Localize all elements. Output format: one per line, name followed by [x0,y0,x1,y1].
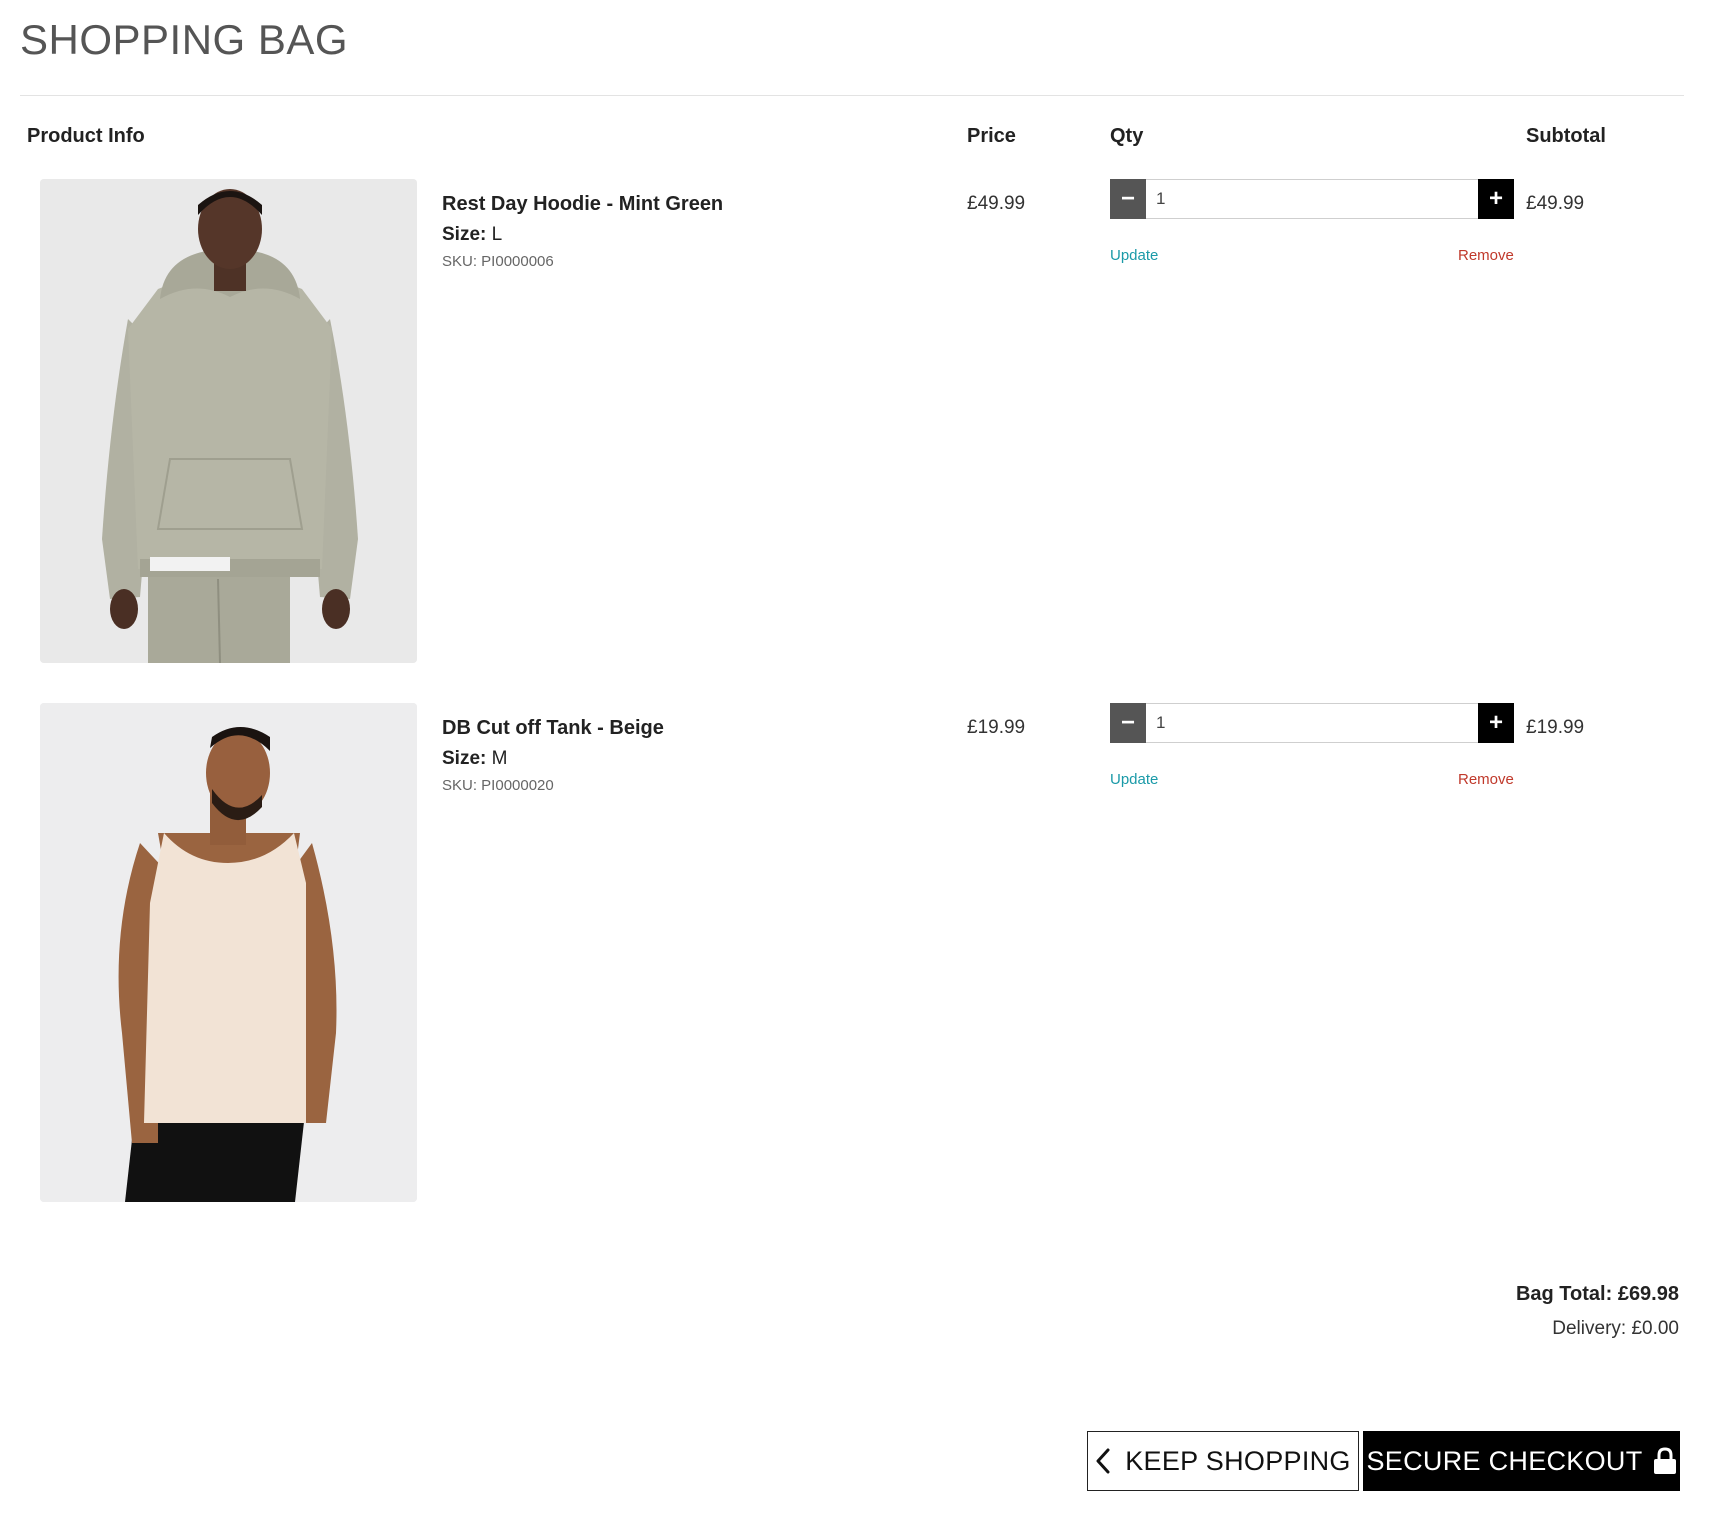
column-header-price: Price [967,125,1016,147]
hoodie-product-photo [40,179,417,663]
quantity-stepper: − + [1110,179,1514,219]
increase-qty-button[interactable]: + [1478,179,1514,219]
remove-link[interactable]: Remove [1458,247,1514,264]
size-label: Size: [442,748,487,769]
decrease-qty-button[interactable]: − [1110,703,1146,743]
size-value: M [491,748,508,769]
increase-qty-button[interactable]: + [1478,703,1514,743]
secure-checkout-button[interactable]: SECURE CHECKOUT [1363,1431,1680,1491]
delivery-cost: Delivery: £0.00 [1552,1318,1679,1339]
qty-input[interactable] [1146,704,1478,742]
product-price: £49.99 [967,193,1026,214]
update-link[interactable]: Update [1110,247,1158,264]
column-header-product-info: Product Info [27,125,145,147]
product-image[interactable] [40,179,417,663]
product-sku: SKU: PI0000020 [442,777,554,794]
size-label: Size: [442,224,487,245]
item-subtotal: £49.99 [1526,193,1585,214]
item-subtotal: £19.99 [1526,717,1585,738]
keep-shopping-label: KEEP SHOPPING [1125,1445,1351,1476]
remove-link[interactable]: Remove [1458,771,1514,788]
tank-product-photo [40,703,417,1202]
column-header-subtotal: Subtotal [1526,125,1606,147]
shopping-bag-page: SHOPPING BAG Product Info Price Qty Subt… [0,0,1722,1516]
qty-input[interactable] [1146,180,1478,218]
update-link[interactable]: Update [1110,771,1158,788]
secure-checkout-label: SECURE CHECKOUT [1366,1445,1643,1476]
decrease-qty-button[interactable]: − [1110,179,1146,219]
product-name[interactable]: Rest Day Hoodie - Mint Green [442,193,723,216]
lock-icon [1653,1447,1676,1474]
product-size: Size: L [442,224,502,246]
product-sku: SKU: PI0000006 [442,253,554,270]
product-name[interactable]: DB Cut off Tank - Beige [442,717,664,740]
keep-shopping-button[interactable]: KEEP SHOPPING [1087,1431,1359,1491]
page-title: SHOPPING BAG [20,16,349,63]
product-image[interactable] [40,703,417,1202]
product-size: Size: M [442,748,507,770]
product-price: £19.99 [967,717,1026,738]
chevron-left-icon [1096,1448,1110,1474]
quantity-stepper: − + [1110,703,1514,743]
size-value: L [491,224,503,245]
title-divider [20,95,1684,96]
column-header-qty: Qty [1110,125,1144,147]
bag-total: Bag Total: £69.98 [1515,1283,1679,1305]
